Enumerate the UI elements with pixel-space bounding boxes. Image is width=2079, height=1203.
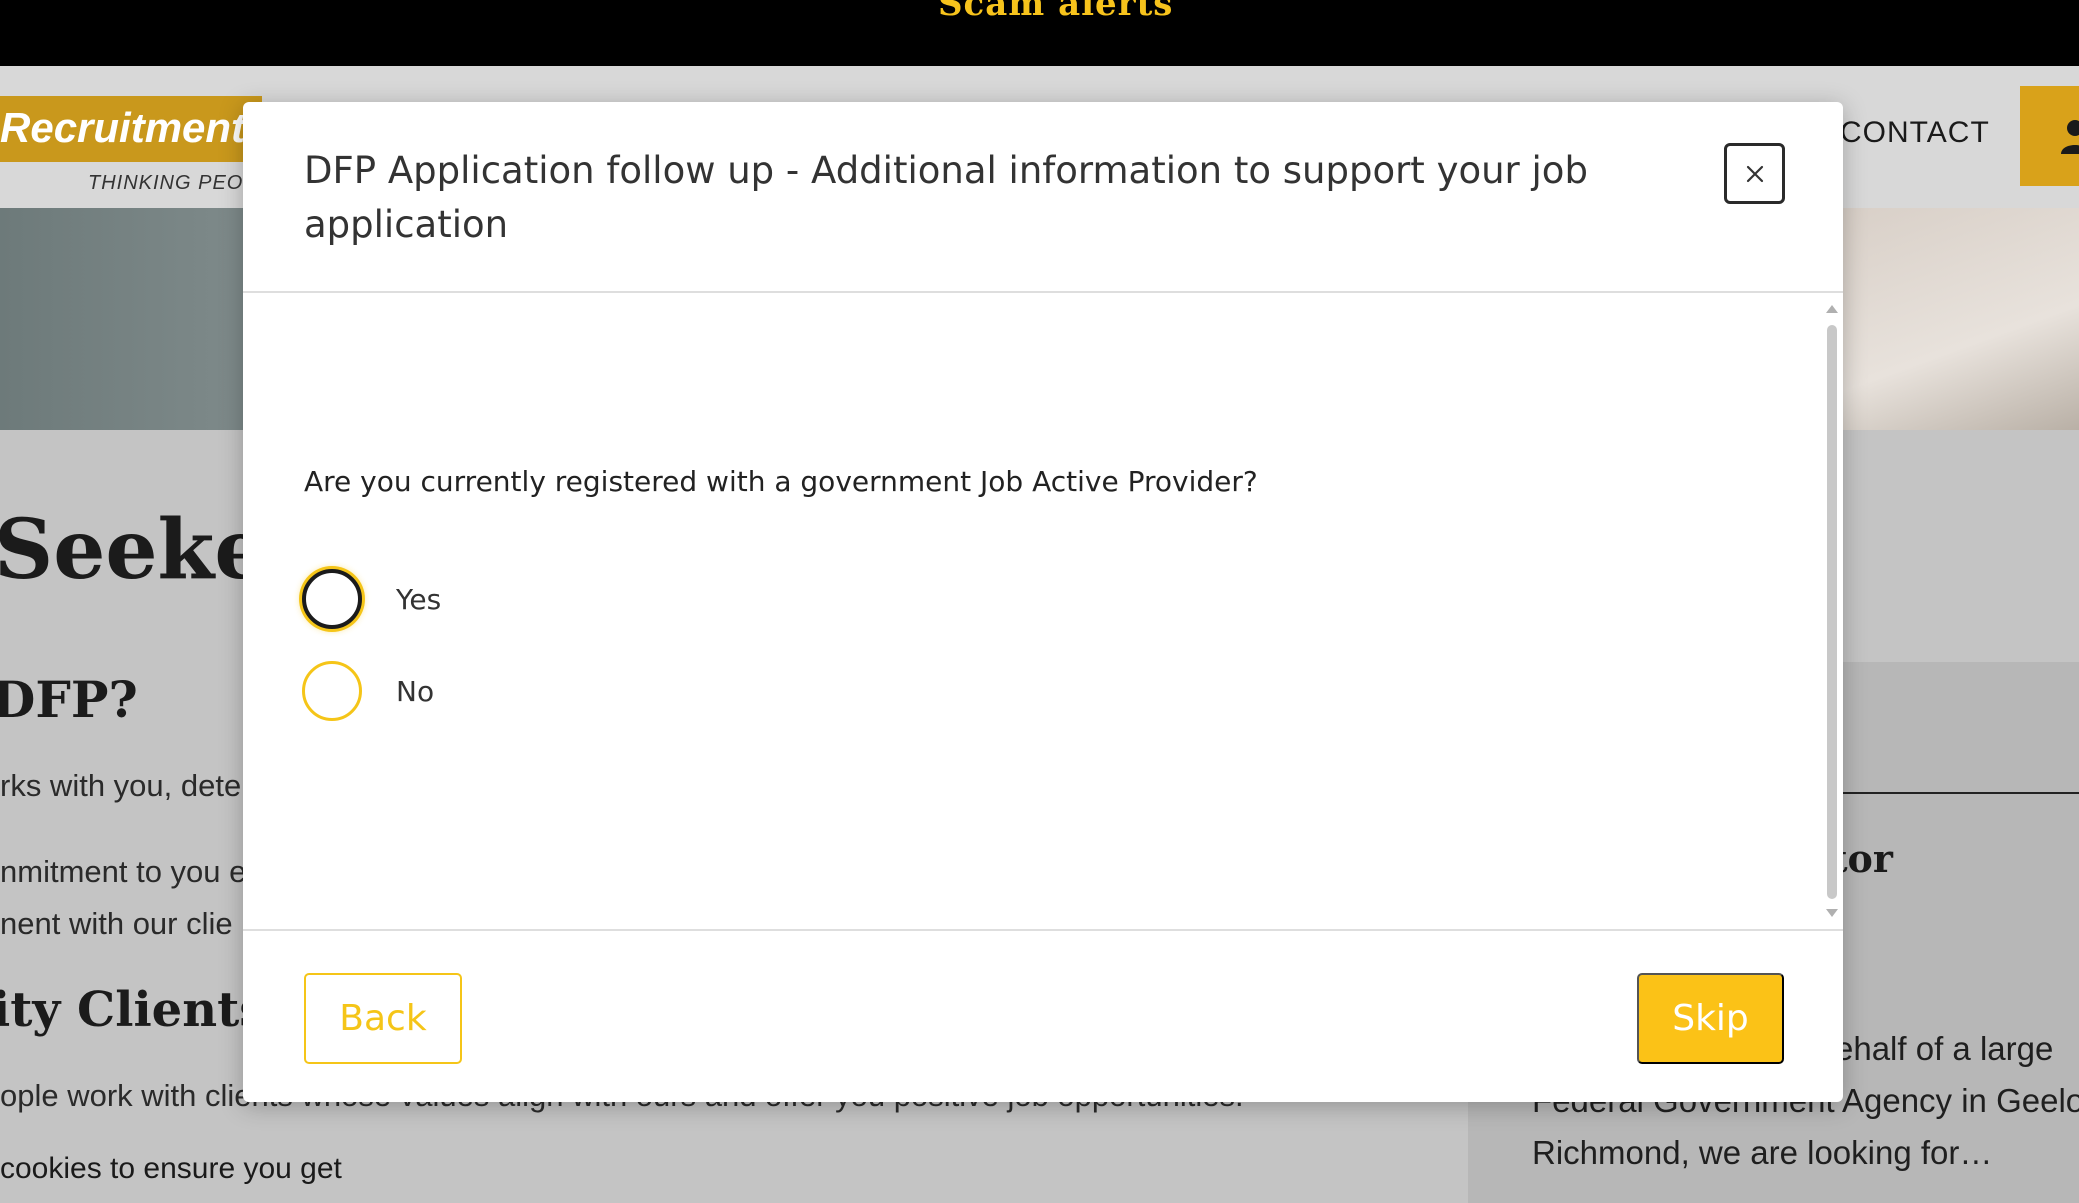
modal-footer: Back Skip: [243, 929, 1843, 1102]
modal-body: Are you currently registered with a gove…: [243, 295, 1843, 929]
site-logo[interactable]: Recruitment: [0, 104, 245, 152]
page-heading: Seeke: [0, 502, 267, 598]
radio-yes[interactable]: [302, 569, 362, 629]
sidebar-text: ehalf of a large: [1835, 1030, 2054, 1067]
close-icon: [1746, 165, 1763, 182]
option-yes[interactable]: Yes: [302, 567, 702, 631]
question-text: Are you currently registered with a gove…: [304, 465, 1258, 498]
paragraph-3: nent with our clie: [0, 906, 233, 941]
modal-scrollbar[interactable]: [1825, 295, 1839, 929]
scroll-thumb[interactable]: [1827, 325, 1837, 899]
hero-person: [1830, 208, 2079, 430]
modal-title: DFP Application follow up - Additional i…: [304, 149, 1588, 246]
section-heading-clients: ity Clients: [0, 982, 267, 1038]
account-button[interactable]: [2020, 86, 2079, 186]
skip-button[interactable]: Skip: [1637, 973, 1784, 1064]
scam-alert-bar: Scam alerts: [0, 0, 2079, 66]
scroll-up-arrow-icon[interactable]: [1826, 305, 1838, 313]
radio-no[interactable]: [302, 661, 362, 721]
paragraph-1: rks with you, dete: [0, 768, 242, 803]
back-button[interactable]: Back: [304, 973, 462, 1064]
scroll-down-arrow-icon[interactable]: [1826, 909, 1838, 917]
option-yes-label[interactable]: Yes: [396, 583, 441, 616]
close-button[interactable]: [1724, 143, 1785, 204]
cookie-notice: cookies to ensure you get: [0, 1152, 342, 1185]
option-no-label[interactable]: No: [396, 675, 434, 708]
scam-alerts-link[interactable]: Scam alerts: [938, 0, 1173, 24]
nav-item-contact[interactable]: CONTACT: [1840, 116, 1990, 150]
paragraph-2: nmitment to you e: [0, 854, 247, 889]
section-heading-dfp: DFP?: [0, 670, 138, 729]
application-followup-modal: DFP Application follow up - Additional i…: [243, 102, 1843, 1102]
modal-header: DFP Application follow up - Additional i…: [243, 102, 1843, 293]
user-icon: [2061, 120, 2079, 154]
sidebar-text: Richmond, we are looking for…: [1532, 1134, 1993, 1171]
option-no[interactable]: No: [302, 659, 702, 723]
